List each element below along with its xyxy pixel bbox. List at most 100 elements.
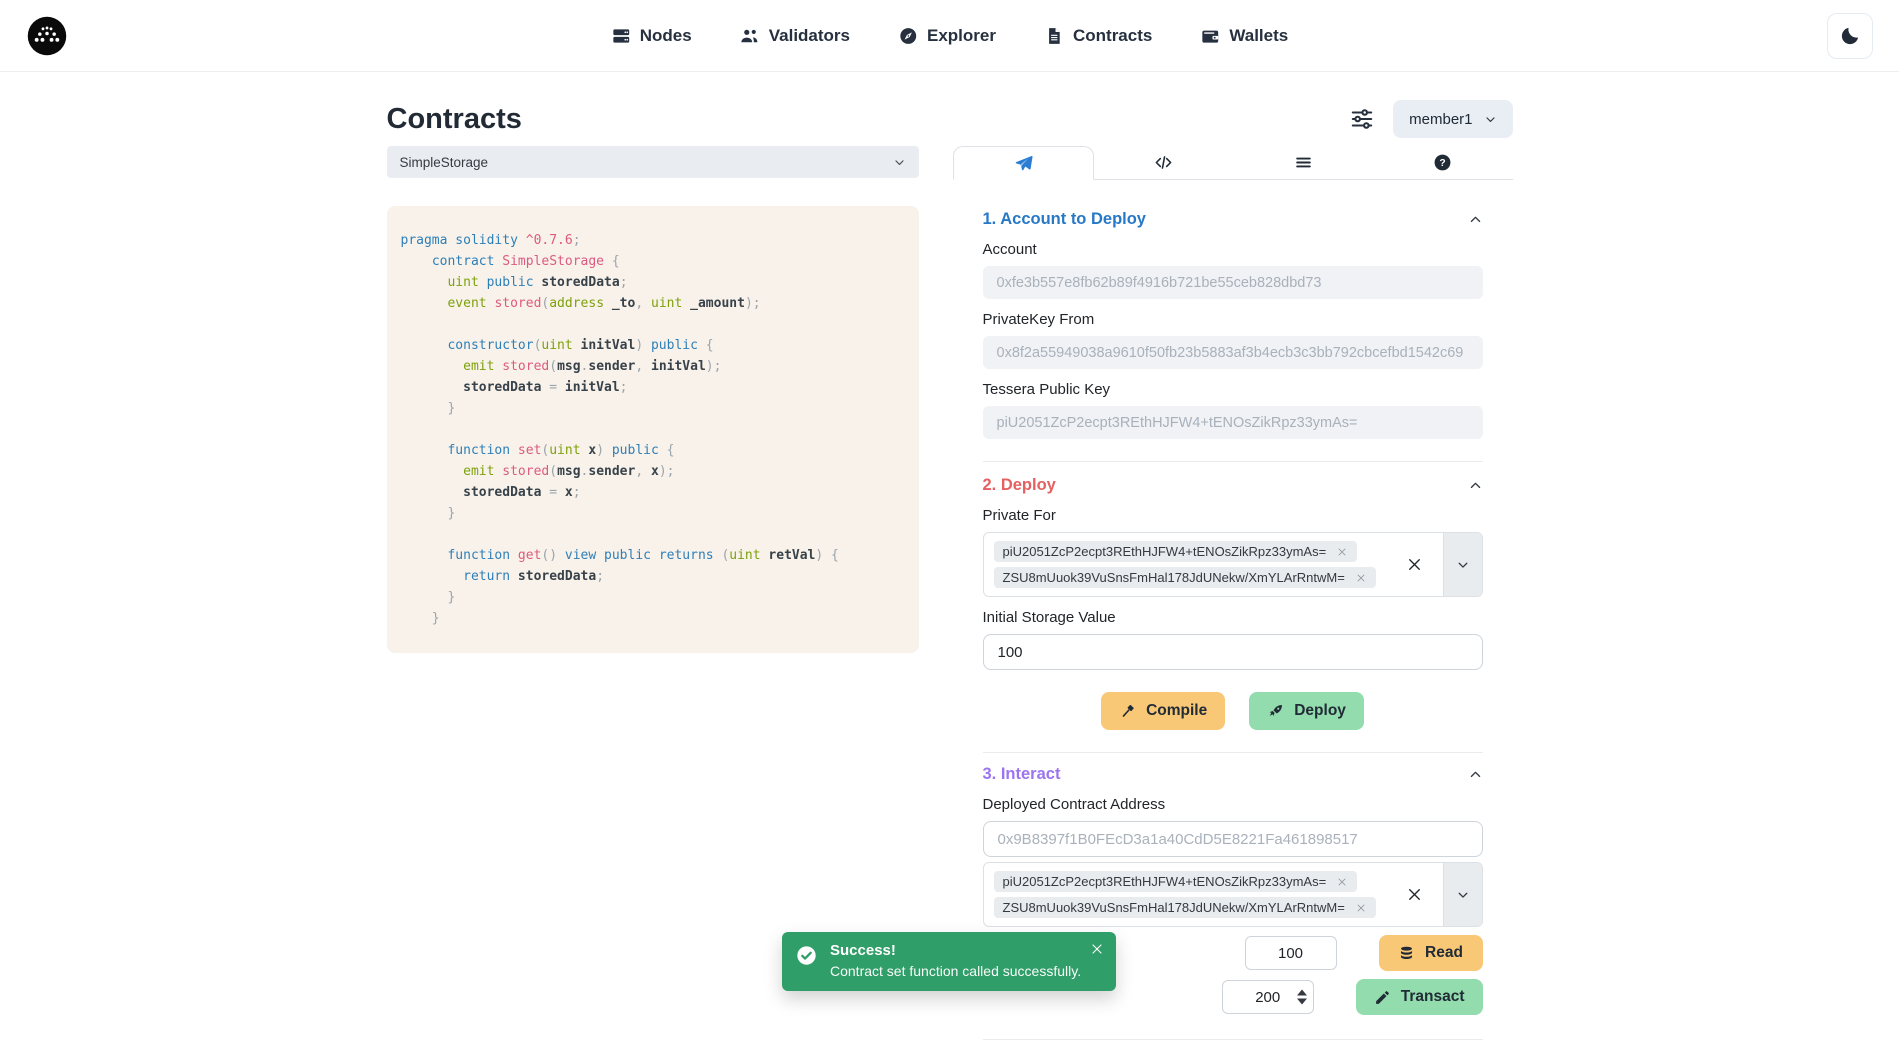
member-selector[interactable]: member1: [1393, 100, 1512, 138]
check-circle-icon: [796, 945, 817, 966]
page-header: Contracts member1: [387, 100, 1513, 138]
section-deploy-title: 2. Deploy: [983, 476, 1056, 495]
stepper-up-icon[interactable]: [1297, 990, 1307, 996]
transact-button[interactable]: Transact: [1356, 979, 1483, 1015]
rocket-icon: [1267, 703, 1284, 720]
code-line: constructor(uint initVal) public {: [401, 335, 905, 356]
disabled-input: piU2051ZcP2ecpt3REthHJFW4+tENOsZikRpz33y…: [983, 406, 1483, 439]
toast-title: Success!: [830, 942, 1082, 959]
section-interact-title: 3. Interact: [983, 765, 1061, 784]
private-for-multiselect[interactable]: piU2051ZcP2ecpt3REthHJFW4+tENOsZikRpz33y…: [983, 532, 1483, 597]
member-selector-label: member1: [1409, 111, 1472, 128]
code-line: storedData = initVal;: [401, 377, 905, 398]
multiselect-dropdown-toggle[interactable]: [1443, 533, 1482, 596]
code-icon: [1154, 153, 1173, 172]
selected-key-chip: piU2051ZcP2ecpt3REthHJFW4+tENOsZikRpz33y…: [994, 541, 1358, 562]
deployed-address-input[interactable]: [983, 821, 1483, 857]
theme-toggle-button[interactable]: [1827, 13, 1873, 59]
initial-storage-input[interactable]: [983, 634, 1483, 670]
tab-code[interactable]: [1094, 146, 1234, 179]
panel-bottom-divider: [983, 1039, 1483, 1040]
interact-private-for-multiselect[interactable]: piU2051ZcP2ecpt3REthHJFW4+tENOsZikRpz33y…: [983, 862, 1483, 927]
read-button[interactable]: Read: [1379, 935, 1483, 971]
contract-panel: ? 1. Account to Deploy Account0xfe3b557e…: [953, 146, 1513, 1040]
page-title: Contracts: [387, 103, 522, 136]
number-stepper[interactable]: [1297, 990, 1307, 1005]
chevron-up-icon[interactable]: [1468, 212, 1483, 227]
chip-remove-icon[interactable]: [1336, 546, 1348, 558]
multiselect-dropdown-toggle[interactable]: [1443, 863, 1482, 926]
app-logo[interactable]: [26, 15, 68, 57]
tab-list[interactable]: [1234, 146, 1374, 179]
top-navbar: Nodes Validators Explorer Contracts Wallets: [0, 0, 1899, 72]
svg-text:?: ?: [1440, 158, 1446, 169]
tab-question[interactable]: ?: [1373, 146, 1513, 179]
transact-button-label: Transact: [1401, 988, 1465, 1006]
panel-tabs: ?: [953, 146, 1513, 180]
chip-remove-icon[interactable]: [1355, 902, 1367, 914]
nav-item-validators[interactable]: Validators: [740, 26, 850, 46]
code-line: pragma solidity ^0.7.6;: [401, 230, 905, 251]
disabled-input: 0x8f2a55949038a9610f50fb23b5883af3b4ecb3…: [983, 336, 1483, 369]
close-icon: [1405, 885, 1424, 904]
database-icon: [1398, 945, 1415, 962]
section-account-title: 1. Account to Deploy: [983, 210, 1147, 229]
clear-selection-button[interactable]: [1386, 533, 1443, 596]
section-divider: [983, 461, 1483, 462]
deploy-button-label: Deploy: [1294, 702, 1346, 720]
file-icon: [1044, 26, 1064, 46]
list-icon: [1294, 153, 1313, 172]
code-line: }: [401, 587, 905, 608]
code-line: }: [401, 608, 905, 629]
contract-select-value: SimpleStorage: [400, 155, 489, 170]
users-icon: [740, 26, 760, 46]
close-icon: [1405, 555, 1424, 574]
chip-remove-icon[interactable]: [1355, 572, 1367, 584]
tab-send[interactable]: [953, 146, 1095, 180]
chevron-down-icon: [1484, 113, 1497, 126]
clear-selection-button[interactable]: [1386, 863, 1443, 926]
main-nav: Nodes Validators Explorer Contracts Wallets: [611, 26, 1288, 46]
initial-storage-label: Initial Storage Value: [983, 609, 1483, 626]
chip-remove-icon[interactable]: [1336, 876, 1348, 888]
field-label: Tessera Public Key: [983, 381, 1483, 398]
deploy-button[interactable]: Deploy: [1249, 692, 1364, 730]
selected-key-chip: piU2051ZcP2ecpt3REthHJFW4+tENOsZikRpz33y…: [994, 871, 1358, 892]
compile-button[interactable]: Compile: [1101, 692, 1225, 730]
contract-select[interactable]: SimpleStorage: [387, 146, 919, 178]
nav-item-nodes[interactable]: Nodes: [611, 26, 692, 46]
field-label: PrivateKey From: [983, 311, 1483, 328]
toast-message: Contract set function called successfull…: [830, 963, 1082, 979]
chevron-down-icon: [1456, 888, 1470, 902]
nav-item-explorer[interactable]: Explorer: [898, 26, 996, 46]
chevron-down-icon: [1456, 558, 1470, 572]
section-interact-header: 3. Interact: [983, 765, 1483, 784]
stepper-down-icon[interactable]: [1297, 999, 1307, 1005]
compile-button-label: Compile: [1146, 702, 1207, 720]
code-line: [401, 314, 905, 335]
read-button-label: Read: [1425, 944, 1463, 962]
question-icon: ?: [1433, 153, 1452, 172]
code-line: [401, 524, 905, 545]
chevron-down-icon: [893, 156, 906, 169]
nav-item-wallets[interactable]: Wallets: [1200, 26, 1288, 46]
code-line: function get() view public returns (uint…: [401, 545, 905, 566]
success-toast: Success! Contract set function called su…: [782, 932, 1116, 991]
contract-source-code: pragma solidity ^0.7.6; contract SimpleS…: [387, 206, 919, 653]
code-line: [401, 419, 905, 440]
wallet-icon: [1200, 26, 1220, 46]
sliders-icon[interactable]: [1349, 106, 1375, 132]
toast-close-icon[interactable]: [1089, 941, 1105, 957]
field-label: Account: [983, 241, 1483, 258]
deployed-address-label: Deployed Contract Address: [983, 796, 1483, 813]
chevron-up-icon[interactable]: [1468, 767, 1483, 782]
nav-item-contracts[interactable]: Contracts: [1044, 26, 1152, 46]
private-for-label: Private For: [983, 507, 1483, 524]
code-line: return storedData;: [401, 566, 905, 587]
get-value-input[interactable]: [1245, 936, 1337, 970]
compass-icon: [898, 26, 918, 46]
hammer-icon: [1119, 703, 1136, 720]
moon-icon: [1839, 25, 1861, 47]
chevron-up-icon[interactable]: [1468, 478, 1483, 493]
section-account-header: 1. Account to Deploy: [983, 210, 1483, 229]
